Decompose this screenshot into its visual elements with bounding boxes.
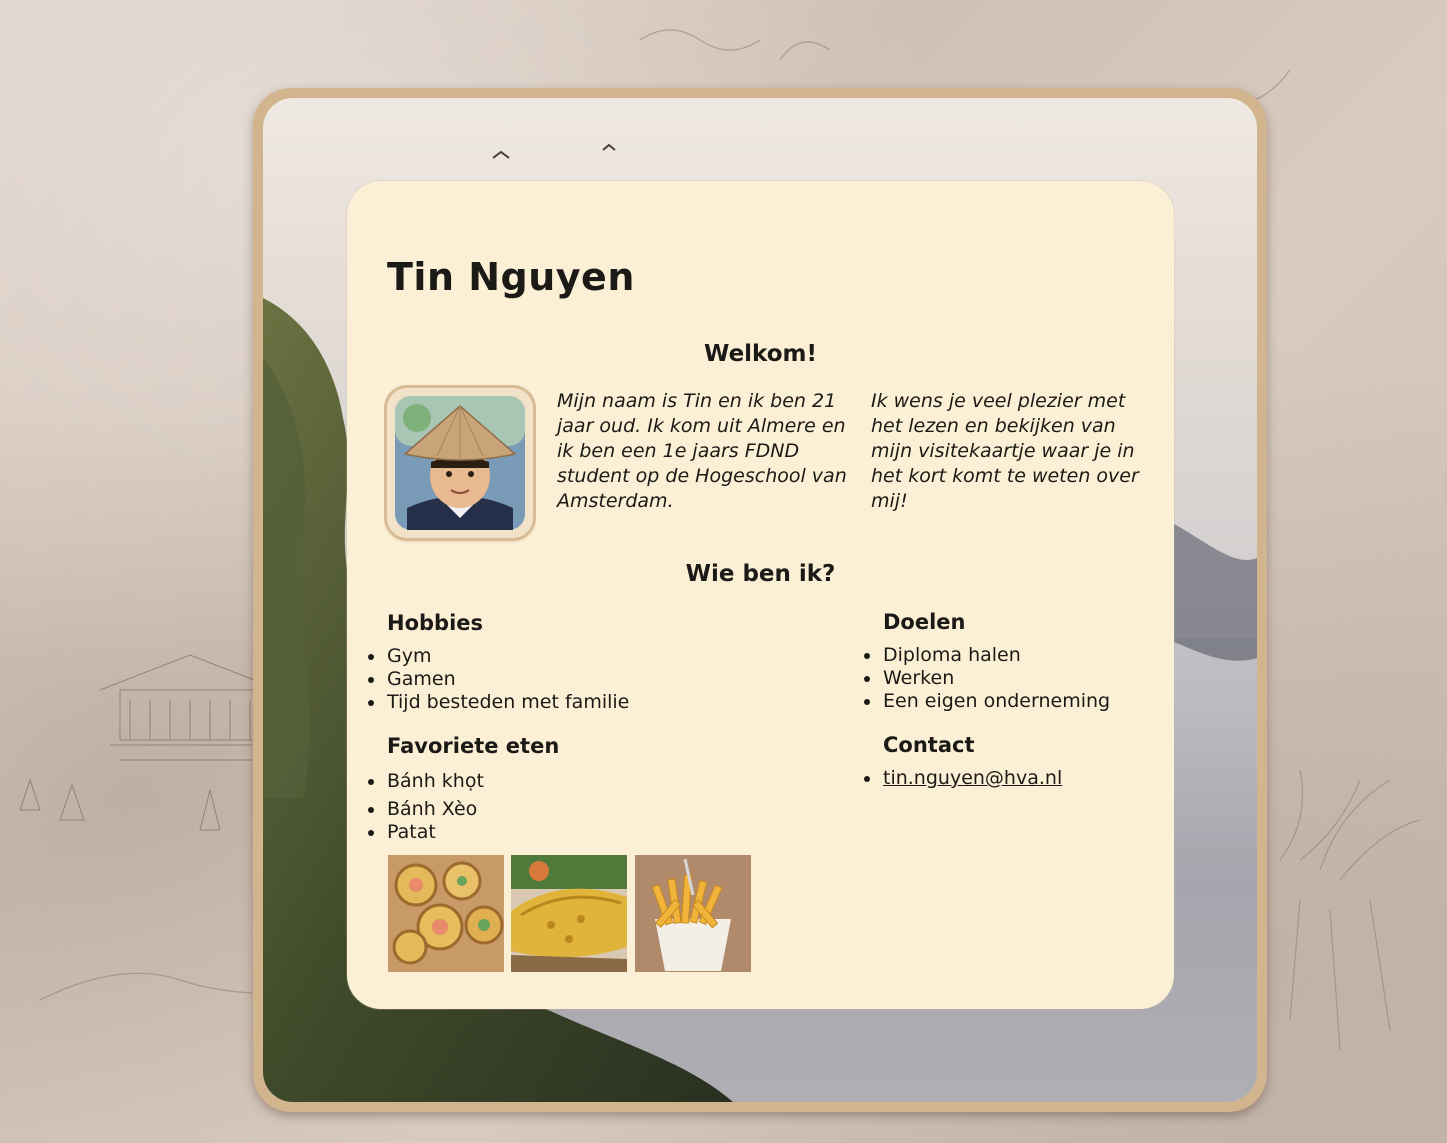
contact-heading: Contact bbox=[883, 733, 975, 757]
goals-list: Diploma halen Werken Een eigen ondernemi… bbox=[863, 644, 1111, 713]
banh-xeo-illustration bbox=[511, 855, 627, 972]
patat-photo bbox=[635, 855, 751, 972]
profile-photo-illustration bbox=[395, 396, 525, 530]
patat-illustration bbox=[635, 855, 751, 972]
hobbies-heading: Hobbies bbox=[387, 611, 484, 635]
list-item: Bánh Xèo bbox=[368, 798, 484, 821]
list-item: Bánh khọt bbox=[368, 770, 484, 792]
banh-khot-illustration bbox=[388, 855, 504, 972]
list-item: Werken bbox=[863, 667, 1110, 690]
banh-xeo-photo bbox=[511, 855, 627, 972]
email-link[interactable]: tin.nguyen@hva.nl bbox=[883, 767, 1062, 789]
page-title: Tin Nguyen bbox=[387, 255, 635, 299]
profile-photo bbox=[387, 388, 533, 538]
welcome-heading: Welkom! bbox=[704, 341, 817, 367]
welcome-wish-text: Ik wens je veel plezier met het lezen en… bbox=[871, 390, 1139, 512]
list-item: Een eigen onderneming bbox=[863, 690, 1111, 712]
list-item: tin.nguyen@hva.nl bbox=[863, 767, 1062, 790]
list-item: Gamen bbox=[367, 668, 629, 691]
profile-card: Tin Nguyen Welkom! Mijn naam is Tin en i… bbox=[347, 181, 1174, 1009]
about-heading: Wie ben ik? bbox=[685, 561, 836, 587]
list-item: Tijd besteden met familie bbox=[367, 691, 630, 713]
intro-text: Mijn naam is Tin en ik ben 21 jaar oud. … bbox=[557, 390, 847, 512]
list-item: Diploma halen bbox=[863, 644, 1110, 667]
list-item: Patat bbox=[368, 821, 484, 844]
goals-heading: Doelen bbox=[883, 610, 966, 634]
food-list: Bánh khọt Bánh Xèo Patat bbox=[368, 770, 484, 844]
favorite-food-heading: Favoriete eten bbox=[387, 734, 560, 758]
hobbies-list: Gym Gamen Tijd besteden met familie bbox=[367, 645, 630, 714]
banh-khot-photo bbox=[388, 855, 504, 972]
contact-list: tin.nguyen@hva.nl bbox=[863, 767, 1062, 790]
list-item: Gym bbox=[367, 645, 629, 668]
